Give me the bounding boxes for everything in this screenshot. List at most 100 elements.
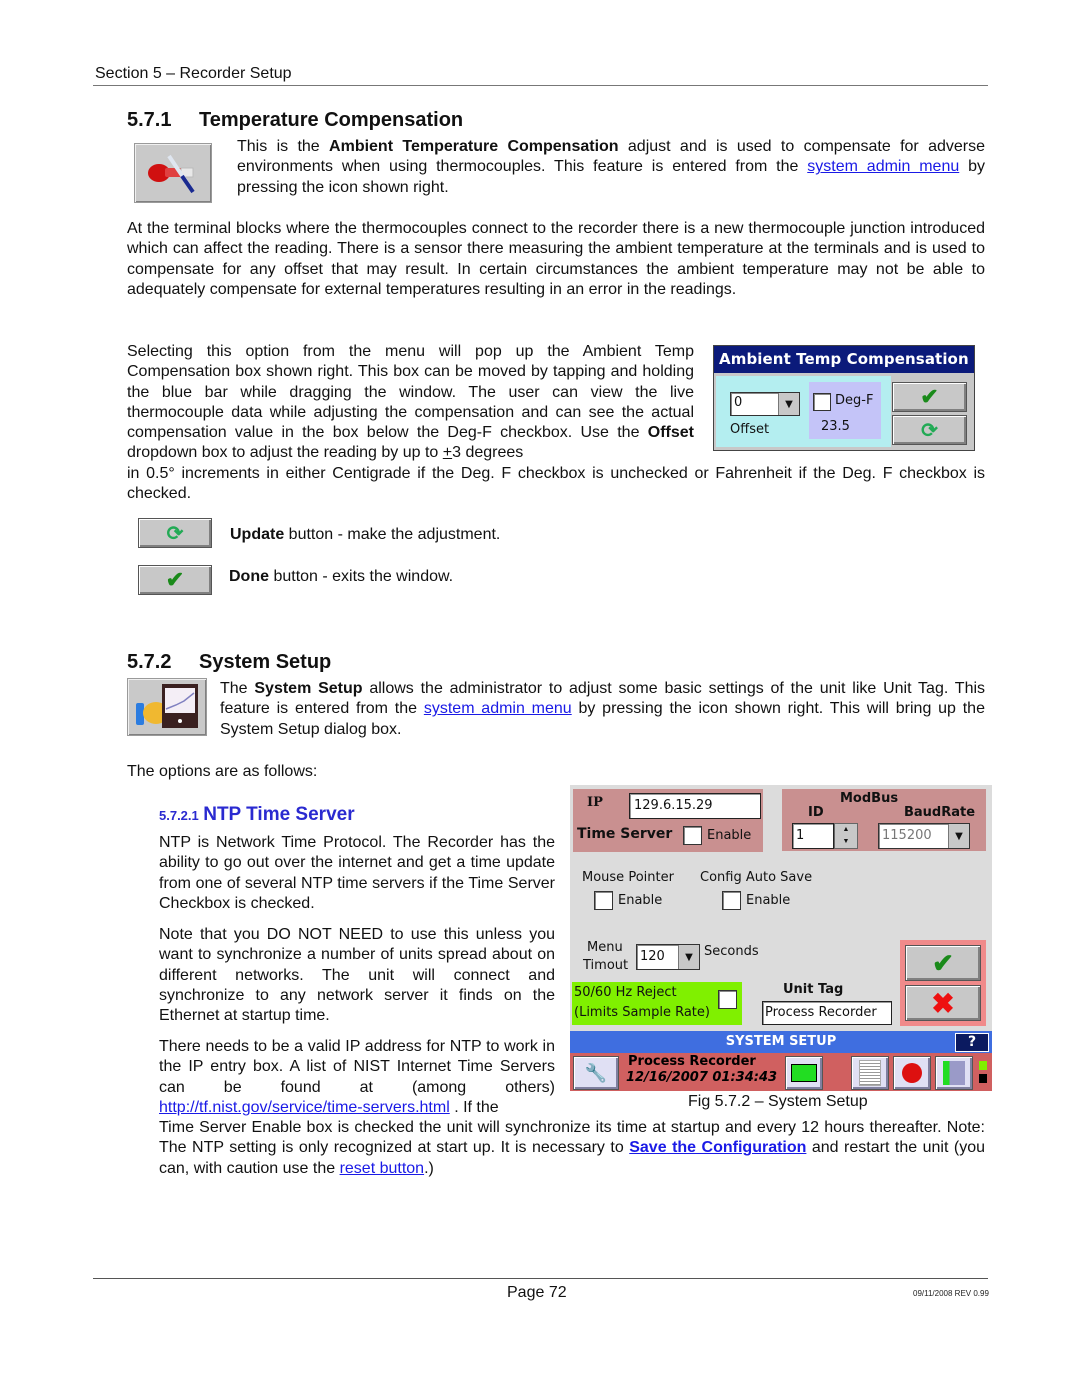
unit-tag-label: Unit Tag bbox=[783, 982, 844, 997]
mouse-pointer-label: Mouse Pointer bbox=[582, 870, 674, 885]
menu-timeout-dropdown[interactable]: 120 ▼ bbox=[636, 944, 700, 970]
network-button[interactable] bbox=[785, 1056, 823, 1090]
header-divider bbox=[93, 85, 988, 86]
help-button[interactable]: ? bbox=[955, 1033, 989, 1052]
config-auto-save-enable-label: Enable bbox=[746, 893, 791, 908]
page-number: Page 72 bbox=[507, 1284, 567, 1301]
system-setup-intro: The System Setup allows the administrato… bbox=[220, 680, 986, 738]
unit-tag-input[interactable]: Process Recorder bbox=[762, 1001, 892, 1025]
section-5-7-2-heading: 5.7.2 System Setup bbox=[127, 651, 331, 674]
alarm-bell-icon bbox=[902, 1063, 922, 1083]
alarm-button[interactable] bbox=[893, 1056, 931, 1090]
deg-f-checkbox[interactable] bbox=[813, 393, 831, 411]
config-auto-save-checkbox[interactable] bbox=[722, 891, 741, 910]
hz-reject-panel: 50/60 Hz Reject (Limits Sample Rate) bbox=[572, 982, 742, 1025]
heading-number: 5.7.1 bbox=[127, 109, 172, 131]
modbus-id-label: ID bbox=[808, 805, 824, 820]
ip-label: IP bbox=[587, 795, 603, 810]
refresh-icon: ⟳ bbox=[166, 522, 184, 545]
status-led-green bbox=[979, 1061, 987, 1070]
hz-reject-label-1: 50/60 Hz Reject bbox=[574, 985, 677, 1000]
chevron-down-icon: ▼ bbox=[778, 393, 799, 415]
save-button[interactable] bbox=[935, 1056, 973, 1090]
ip-input[interactable]: 129.6.15.29 bbox=[629, 793, 761, 819]
modbus-id-input[interactable]: 1 bbox=[792, 823, 834, 849]
time-server-enable-checkbox[interactable] bbox=[683, 826, 702, 845]
system-setup-title-bar: SYSTEM SETUP ? bbox=[570, 1031, 992, 1053]
system-admin-menu-link[interactable]: system admin menu bbox=[807, 158, 959, 175]
ok-button[interactable]: ✔ bbox=[905, 945, 981, 981]
checkmark-icon: ✔ bbox=[920, 384, 939, 409]
modbus-id-spinner[interactable]: ▲ ▼ bbox=[834, 823, 858, 849]
section-header: Section 5 – Recorder Setup bbox=[95, 65, 292, 82]
status-unit-name: Process Recorder bbox=[628, 1054, 756, 1069]
save-configuration-link[interactable]: Save the Configuration bbox=[629, 1139, 806, 1156]
status-led-black bbox=[979, 1074, 987, 1083]
cancel-button[interactable]: ✖ bbox=[905, 985, 981, 1021]
comp-value: 23.5 bbox=[821, 419, 850, 434]
nist-time-servers-link[interactable]: http://tf.nist.gov/service/time-servers.… bbox=[159, 1099, 450, 1116]
heading-number: 5.7.2.1 bbox=[159, 808, 199, 823]
status-datetime: 12/16/2007 01:34:43 bbox=[626, 1070, 778, 1085]
chevron-down-icon: ▼ bbox=[678, 945, 699, 969]
ambient-temp-paragraph: Selecting this option from the menu will… bbox=[127, 343, 694, 462]
close-icon: ✖ bbox=[931, 987, 955, 1019]
mouse-pointer-checkbox[interactable] bbox=[594, 891, 613, 910]
hz-reject-checkbox[interactable] bbox=[718, 990, 737, 1009]
heading-title: NTP Time Server bbox=[203, 804, 355, 825]
time-server-enable-label: Enable bbox=[707, 828, 752, 843]
floppy-disk-icon bbox=[943, 1061, 965, 1085]
menu-timeout-label-1: Menu bbox=[587, 940, 623, 955]
update-button[interactable]: ⟳ bbox=[892, 415, 967, 445]
section-5-7-1-heading: 5.7.1 Temperature Compensation bbox=[127, 109, 463, 132]
offset-label: Offset bbox=[730, 422, 770, 437]
checkmark-icon: ✔ bbox=[165, 567, 185, 592]
network-icon bbox=[791, 1064, 817, 1082]
tools-button[interactable]: 🔧 bbox=[573, 1056, 619, 1090]
spinner-up-icon[interactable]: ▲ bbox=[835, 824, 857, 836]
ntp-paragraph-3-cont: Time Server Enable box is checked the un… bbox=[159, 1119, 985, 1177]
system-admin-menu-link[interactable]: system admin menu bbox=[424, 700, 572, 717]
modbus-label: ModBus bbox=[840, 791, 899, 806]
refresh-icon: ⟳ bbox=[921, 419, 938, 442]
mouse-pointer-enable-label: Enable bbox=[618, 893, 663, 908]
heading-title: Temperature Compensation bbox=[199, 109, 464, 131]
list-icon bbox=[859, 1060, 881, 1086]
ambient-temp-dialog: Ambient Temp Compensation 0 ▼ Offset Deg… bbox=[713, 345, 975, 451]
comp-value-panel: Deg-F 23.5 bbox=[809, 382, 881, 439]
footer-divider bbox=[93, 1278, 988, 1279]
config-auto-save-label: Config Auto Save bbox=[700, 870, 813, 885]
log-button[interactable] bbox=[851, 1056, 889, 1090]
update-button-sample: ⟳ bbox=[138, 518, 212, 548]
modbus-panel: ModBus ID BaudRate 1 ▲ ▼ 115200 ▼ bbox=[782, 789, 986, 851]
checkmark-icon: ✔ bbox=[932, 947, 954, 978]
dialog-title-bar[interactable]: Ambient Temp Compensation bbox=[714, 346, 974, 373]
deg-f-label: Deg-F bbox=[835, 393, 874, 408]
offset-dropdown[interactable]: 0 ▼ bbox=[730, 392, 800, 416]
ip-panel: IP 129.6.15.29 Time Server Enable bbox=[573, 789, 763, 852]
action-buttons-panel: ✔ ✖ bbox=[900, 940, 986, 1026]
seconds-label: Seconds bbox=[704, 944, 759, 959]
revision-date: 09/11/2008 REV 0.99 bbox=[913, 1289, 989, 1298]
done-button-description: Done button - exits the window. bbox=[229, 568, 454, 585]
spinner-down-icon[interactable]: ▼ bbox=[835, 836, 857, 848]
temp-comp-intro: This is the Ambient Temperature Compensa… bbox=[237, 138, 985, 196]
system-setup-icon bbox=[127, 678, 207, 736]
ntp-paragraph-2: Note that you DO NOT NEED to use this un… bbox=[159, 926, 555, 1025]
done-button[interactable]: ✔ bbox=[892, 382, 967, 412]
options-intro: The options are as follows: bbox=[127, 763, 318, 780]
system-setup-dialog: IP 129.6.15.29 Time Server Enable ModBus… bbox=[570, 785, 992, 1091]
heading-title: System Setup bbox=[199, 651, 332, 673]
baudrate-dropdown[interactable]: 115200 ▼ bbox=[878, 823, 970, 849]
ambient-temp-paragraph-cont: in 0.5° increments in either Centigrade … bbox=[127, 465, 985, 503]
done-button-sample: ✔ bbox=[138, 565, 212, 595]
time-server-label: Time Server bbox=[577, 826, 673, 842]
hz-reject-label-2: (Limits Sample Rate) bbox=[574, 1005, 710, 1020]
chevron-down-icon: ▼ bbox=[948, 824, 969, 848]
reset-button-link[interactable]: reset button bbox=[340, 1160, 425, 1177]
status-bar: 🔧 Process Recorder 12/16/2007 01:34:43 bbox=[570, 1053, 992, 1091]
figure-caption: Fig 5.7.2 – System Setup bbox=[688, 1093, 868, 1110]
ntp-paragraph-3: There needs to be a valid IP address for… bbox=[159, 1038, 555, 1116]
section-5-7-2-1-heading: 5.7.2.1 NTP Time Server bbox=[159, 804, 355, 826]
ntp-paragraph-1: NTP is Network Time Protocol. The Record… bbox=[159, 834, 555, 912]
